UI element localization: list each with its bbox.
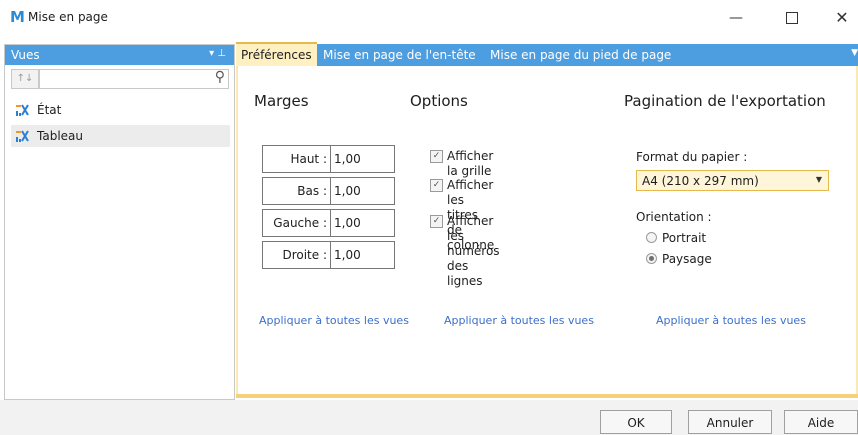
maximize-button[interactable] — [772, 4, 812, 32]
margin-left-input[interactable]: 1,00 — [330, 209, 395, 237]
settings-panel: Préférences Mise en page de l'en-tête Mi… — [236, 42, 858, 398]
chevron-down-icon: ▼ — [815, 175, 822, 184]
margin-top-input[interactable]: 1,00 — [330, 145, 395, 173]
views-panel: Vues ▾ ⊥ ↑↓ ⚲ État Tableau — [4, 44, 235, 400]
pin-icon[interactable]: ▾ ⊥ — [209, 48, 226, 59]
radio-selected-icon — [646, 253, 657, 264]
pagination-apply-all-link[interactable]: Appliquer à toutes les vues — [656, 314, 806, 327]
margin-label: Droite : — [262, 241, 331, 269]
radio-label: Portrait — [662, 231, 707, 245]
margins-apply-all-link[interactable]: Appliquer à toutes les vues — [259, 314, 409, 327]
margins-table: Haut : 1,00 Bas : 1,00 Gauche : 1,00 Dro… — [262, 145, 395, 269]
margin-bottom-input[interactable]: 1,00 — [330, 177, 395, 205]
tab-strip: Préférences Mise en page de l'en-tête Mi… — [236, 42, 858, 66]
paper-format-select[interactable]: A4 (210 x 297 mm) ▼ — [636, 170, 829, 191]
views-panel-header: Vues ▾ ⊥ — [5, 45, 234, 65]
tab-preferences[interactable]: Préférences — [236, 42, 317, 66]
chevron-down-icon[interactable]: ▼ — [851, 48, 858, 58]
search-icon[interactable]: ⚲ — [215, 69, 225, 85]
checkbox-show-grid[interactable]: ✓ — [430, 150, 443, 163]
title-bar: M Mise en page — ✕ — [0, 0, 858, 36]
margin-right-input[interactable]: 1,00 — [330, 241, 395, 269]
help-button[interactable]: Aide — [784, 410, 858, 434]
margin-row-bottom: Bas : 1,00 — [262, 177, 395, 205]
checkbox-show-row-numbers[interactable]: ✓ — [430, 215, 443, 228]
margins-title: Marges — [254, 92, 309, 110]
radio-icon — [646, 232, 657, 243]
tab-header-layout[interactable]: Mise en page de l'en-tête — [318, 44, 481, 66]
options-title: Options — [410, 92, 468, 110]
search-box: ⚲ — [39, 69, 229, 89]
sort-button[interactable]: ↑↓ — [11, 69, 39, 89]
window-title: Mise en page — [28, 10, 108, 24]
margin-label: Bas : — [262, 177, 331, 205]
report-icon — [16, 104, 29, 116]
margin-row-top: Haut : 1,00 — [262, 145, 395, 173]
close-button[interactable]: ✕ — [822, 4, 858, 32]
views-panel-title: Vues — [11, 48, 40, 62]
paper-format-label: Format du papier : — [636, 150, 748, 164]
dialog-footer: OK Annuler Aide — [0, 400, 858, 435]
options-apply-all-link[interactable]: Appliquer à toutes les vues — [444, 314, 594, 327]
list-item-label: État — [37, 103, 62, 117]
table-icon — [16, 130, 29, 142]
search-input[interactable] — [40, 70, 211, 86]
checkbox-show-column-titles[interactable]: ✓ — [430, 179, 443, 192]
pagination-title: Pagination de l'exportation — [624, 92, 826, 110]
ok-button[interactable]: OK — [600, 410, 672, 434]
paper-format-value: A4 (210 x 297 mm) — [642, 174, 759, 188]
tab-content-preferences: Marges Haut : 1,00 Bas : 1,00 Gauche : 1… — [236, 66, 858, 394]
list-item-etat[interactable]: État — [11, 99, 230, 121]
list-item-label: Tableau — [37, 129, 83, 143]
tab-footer-layout[interactable]: Mise en page du pied de page — [485, 44, 676, 66]
option-label-cont: lignes — [447, 274, 483, 288]
option-label: Afficher la grille — [447, 149, 494, 178]
minimize-button[interactable]: — — [716, 4, 756, 32]
list-item-tableau[interactable]: Tableau — [11, 125, 230, 147]
maximize-icon — [786, 12, 798, 24]
app-logo-icon: M — [10, 8, 25, 26]
cancel-button[interactable]: Annuler — [688, 410, 772, 434]
radio-label: Paysage — [662, 252, 712, 266]
option-label: Afficher les numéros des — [447, 214, 500, 273]
margin-label: Haut : — [262, 145, 331, 173]
content-bottom-border — [236, 394, 858, 398]
margin-row-right: Droite : 1,00 — [262, 241, 395, 269]
margin-label: Gauche : — [262, 209, 331, 237]
orientation-label: Orientation : — [636, 210, 712, 224]
margin-row-left: Gauche : 1,00 — [262, 209, 395, 237]
